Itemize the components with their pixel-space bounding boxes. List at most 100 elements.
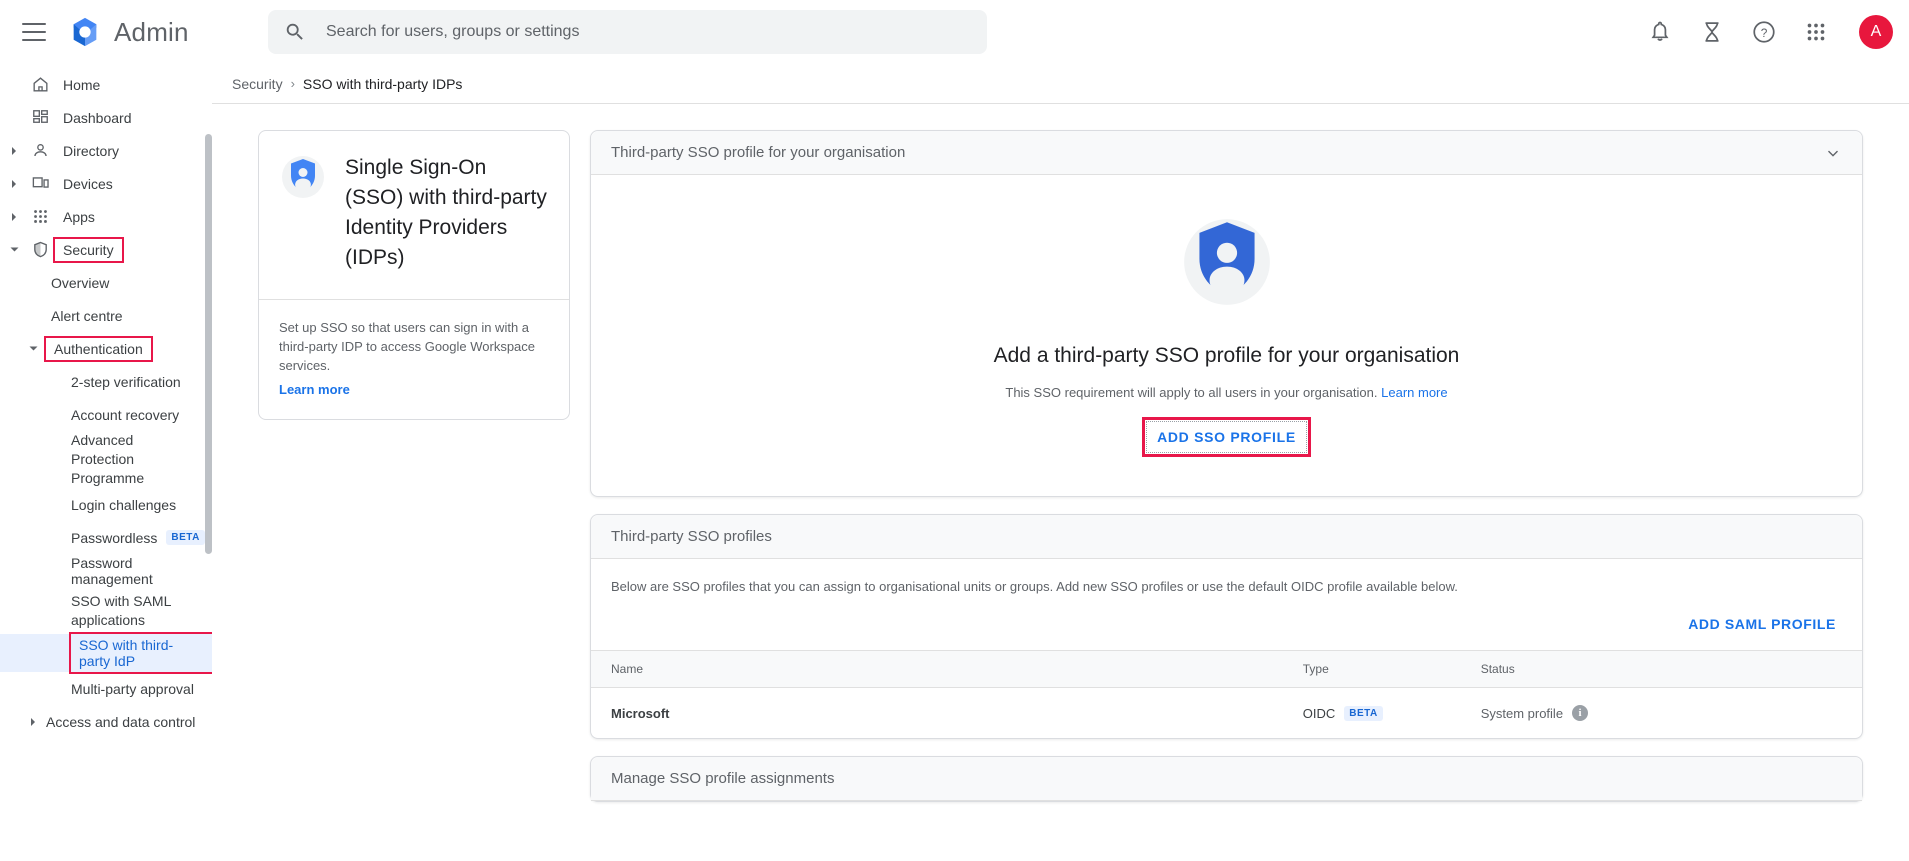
- sso-info-body: Set up SSO so that users can sign in wit…: [259, 299, 569, 419]
- profiles-table: Name Type Status Microsoft OIDC: [591, 650, 1862, 738]
- breadcrumb-current: SSO with third-party IDPs: [303, 76, 463, 92]
- sidebar-item-label: Password management: [71, 555, 212, 587]
- cell-profile-type: OIDC BETA: [1303, 688, 1481, 739]
- brand-title: Admin: [114, 17, 189, 48]
- card-title: Third-party SSO profiles: [611, 528, 772, 545]
- chevron-right-icon[interactable]: [9, 146, 19, 156]
- shield-icon: [30, 240, 50, 260]
- shield-person-icon: [1178, 213, 1276, 311]
- sidebar-item-label: Directory: [63, 143, 119, 159]
- person-icon: [30, 141, 50, 161]
- column-header-status: Status: [1481, 651, 1862, 688]
- profiles-actions: ADD SAML PROFILE: [591, 594, 1862, 650]
- profile-type-label: OIDC: [1303, 706, 1336, 721]
- sidebar-item-password-management[interactable]: Password management: [0, 554, 212, 587]
- table-header-row: Name Type Status: [591, 651, 1862, 688]
- manage-sso-assignments-card: Manage SSO profile assignments: [590, 756, 1863, 802]
- content-panes: Single Sign-On (SSO) with third-party Id…: [212, 104, 1909, 802]
- admin-logo-icon: [68, 15, 102, 49]
- sidebar-item-overview[interactable]: Overview: [0, 266, 212, 299]
- sidebar-item-label: 2-step verification: [71, 374, 181, 390]
- sidebar-item-label: Alert centre: [51, 308, 123, 324]
- sidebar-item-security[interactable]: Security: [0, 233, 212, 266]
- sidebar-item-access-and-data-control[interactable]: Access and data control: [0, 705, 212, 738]
- brand-logo-link[interactable]: Admin: [68, 15, 189, 49]
- sidebar-item-login-challenges[interactable]: Login challenges: [0, 488, 212, 521]
- sidebar-item-label: SSO with third-party IdP: [71, 634, 212, 672]
- sidebar-item-account-recovery[interactable]: Account recovery: [0, 398, 212, 431]
- sidebar-item-label: Multi-party approval: [71, 681, 194, 697]
- learn-more-link[interactable]: Learn more: [1381, 385, 1447, 400]
- search-bar[interactable]: [268, 10, 987, 54]
- chevron-right-icon[interactable]: [28, 718, 38, 726]
- third-party-sso-profiles-card: Third-party SSO profiles Below are SSO p…: [590, 514, 1863, 739]
- breadcrumb-separator-icon: ›: [291, 76, 295, 91]
- sso-info-title: Single Sign-On (SSO) with third-party Id…: [345, 153, 549, 273]
- top-bar-actions: ? A: [1647, 0, 1893, 64]
- beta-badge: BETA: [166, 530, 204, 545]
- sidebar-item-passwordless[interactable]: Passwordless BETA: [0, 521, 212, 554]
- help-icon[interactable]: ?: [1751, 19, 1777, 45]
- cell-profile-name: Microsoft: [591, 688, 1303, 739]
- dashboard-icon: [30, 108, 50, 128]
- sidebar: Home Dashboard Directory Devices: [0, 64, 212, 861]
- add-sso-profile-button[interactable]: ADD SSO PROFILE: [1145, 420, 1308, 454]
- sidebar-item-label: Access and data control: [46, 714, 195, 730]
- sidebar-item-label: Apps: [63, 209, 95, 225]
- sidebar-scrollbar[interactable]: [205, 134, 212, 554]
- sidebar-item-label: Security: [55, 239, 122, 261]
- notifications-bell-icon[interactable]: [1647, 19, 1673, 45]
- chevron-right-icon[interactable]: [9, 179, 19, 189]
- profiles-description: Below are SSO profiles that you can assi…: [591, 559, 1862, 594]
- sidebar-item-multi-party-approval[interactable]: Multi-party approval: [0, 672, 212, 705]
- sidebar-item-2-step-verification[interactable]: 2-step verification: [0, 365, 212, 398]
- sidebar-item-dashboard[interactable]: Dashboard: [0, 101, 212, 134]
- info-icon[interactable]: i: [1572, 705, 1588, 721]
- add-sso-profile-highlight: ADD SSO PROFILE: [1145, 420, 1308, 454]
- empty-state-title: Add a third-party SSO profile for your o…: [611, 344, 1842, 368]
- avatar[interactable]: A: [1859, 15, 1893, 49]
- apps-grid-icon[interactable]: [1803, 19, 1829, 45]
- assignments-card-header[interactable]: Manage SSO profile assignments: [591, 757, 1862, 801]
- device-icon: [30, 174, 50, 194]
- card-title: Manage SSO profile assignments: [611, 770, 834, 787]
- sidebar-item-label: Account recovery: [71, 407, 179, 423]
- chevron-right-icon[interactable]: [9, 212, 19, 222]
- sso-info-description: Set up SSO so that users can sign in wit…: [279, 318, 549, 375]
- svg-text:?: ?: [1761, 26, 1768, 40]
- search-input[interactable]: [326, 10, 971, 54]
- hourglass-icon[interactable]: [1699, 19, 1725, 45]
- sidebar-item-authentication[interactable]: Authentication: [0, 332, 212, 365]
- column-header-type: Type: [1303, 651, 1481, 688]
- add-saml-profile-button[interactable]: ADD SAML PROFILE: [1682, 608, 1842, 640]
- profiles-table-body: Microsoft OIDC BETA System profi: [591, 688, 1862, 739]
- sidebar-item-sso-with-third-party-idp[interactable]: SSO with third-party IdP: [0, 634, 212, 672]
- sidebar-item-label: SSO with SAML applications: [71, 592, 176, 630]
- table-row[interactable]: Microsoft OIDC BETA System profi: [591, 688, 1862, 739]
- learn-more-link[interactable]: Learn more: [279, 382, 350, 397]
- org-sso-profile-card-header[interactable]: Third-party SSO profile for your organis…: [591, 131, 1862, 175]
- chevron-down-icon[interactable]: [1824, 144, 1842, 162]
- breadcrumb-parent[interactable]: Security: [232, 76, 283, 92]
- sidebar-item-advanced-protection-programme[interactable]: Advanced Protection Programme: [0, 431, 212, 488]
- shield-person-icon: [279, 153, 327, 201]
- sidebar-item-label: Dashboard: [63, 110, 132, 126]
- sso-info-header: Single Sign-On (SSO) with third-party Id…: [259, 131, 569, 299]
- admin-console-page: Admin ?: [0, 0, 1909, 861]
- home-icon: [30, 75, 50, 95]
- sidebar-item-label: Overview: [51, 275, 109, 291]
- sidebar-item-home[interactable]: Home: [0, 68, 212, 101]
- sidebar-item-label: Devices: [63, 176, 113, 192]
- breadcrumb: Security › SSO with third-party IDPs: [212, 64, 1909, 104]
- sidebar-item-directory[interactable]: Directory: [0, 134, 212, 167]
- empty-state-subtitle-text: This SSO requirement will apply to all u…: [1005, 385, 1377, 400]
- search-icon: [284, 21, 306, 43]
- sidebar-item-alert-centre[interactable]: Alert centre: [0, 299, 212, 332]
- sidebar-item-sso-with-saml-applications[interactable]: SSO with SAML applications: [0, 587, 212, 634]
- hamburger-icon[interactable]: [22, 23, 46, 41]
- sidebar-item-apps[interactable]: Apps: [0, 200, 212, 233]
- chevron-down-icon[interactable]: [28, 344, 38, 353]
- profiles-card-header: Third-party SSO profiles: [591, 515, 1862, 559]
- chevron-down-icon[interactable]: [9, 245, 19, 255]
- sidebar-item-devices[interactable]: Devices: [0, 167, 212, 200]
